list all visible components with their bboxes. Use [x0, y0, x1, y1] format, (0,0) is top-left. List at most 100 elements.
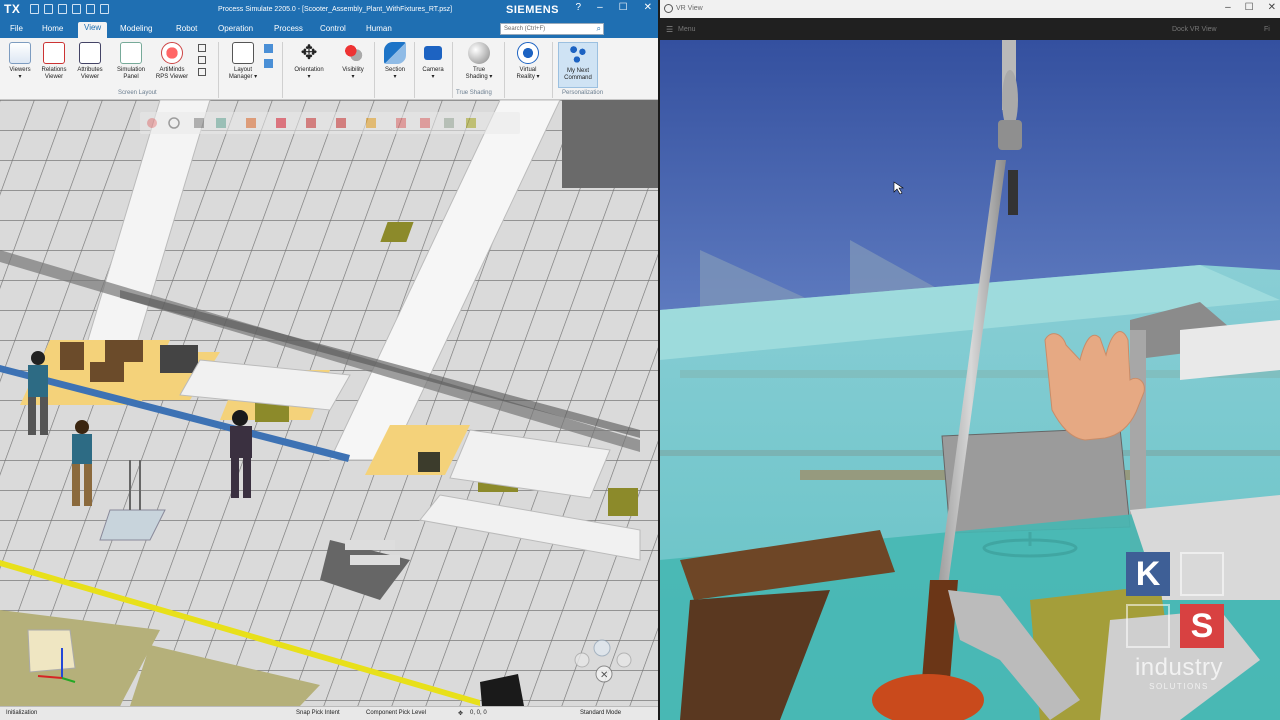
layout-save-icon[interactable] [264, 44, 273, 53]
visibility-icon [342, 42, 364, 64]
relations-viewer-button[interactable]: Relations Viewer [38, 42, 70, 81]
search-icon[interactable]: ⌕ [597, 24, 601, 34]
layout-load-icon[interactable] [264, 59, 273, 68]
small-layout-icons [198, 44, 210, 86]
menu-button[interactable]: Menu [678, 26, 696, 33]
bin [60, 342, 84, 370]
attributes-viewer-button[interactable]: Attributes Viewer [74, 42, 106, 81]
open-icon[interactable] [44, 4, 53, 14]
mode-indicator[interactable]: Standard Mode [580, 710, 621, 716]
minimize-button[interactable]: – [1225, 2, 1231, 13]
viewers-button[interactable]: Viewers ▾ [4, 42, 36, 81]
virtual-reality-button[interactable]: Virtual Reality ▾ [510, 42, 546, 81]
layout-manager-button[interactable]: Layout Manager ▾ [224, 42, 262, 81]
save-icon[interactable] [30, 4, 39, 14]
vr-toolbar: ☰ Menu Dock VR View Fi [660, 18, 1280, 40]
tab-file[interactable]: File [4, 23, 29, 34]
true-shading-button[interactable]: True Shading ▾ [458, 42, 500, 81]
minimize-button[interactable]: – [597, 2, 603, 13]
redo-icon[interactable] [86, 4, 95, 14]
pick-level[interactable]: Component Pick Level [366, 710, 426, 716]
layout-label: Layout [233, 67, 252, 73]
simulation-label: Simulation [116, 67, 145, 73]
virtual-reality-label: Virtual [519, 67, 537, 73]
section-label: Section [384, 67, 405, 73]
customize-icon[interactable] [100, 4, 109, 14]
layout-small-icon[interactable] [198, 68, 206, 76]
section-icon [384, 42, 406, 64]
divider [552, 42, 553, 98]
coordinates: 0, 0, 0 [470, 710, 487, 716]
attributes-sub: Viewer [80, 74, 100, 80]
search-input[interactable]: Search (Ctrl+F) ⌕ [500, 23, 604, 35]
section-button[interactable]: Section ▾ [378, 42, 412, 81]
bin [105, 340, 143, 362]
close-button[interactable]: ✕ [1268, 2, 1276, 13]
view-toolbar[interactable] [140, 112, 520, 134]
tab-home[interactable]: Home [36, 23, 69, 34]
divider [282, 42, 283, 98]
svg-text:✕: ✕ [600, 670, 608, 681]
simulation-panel-button[interactable]: Simulation Panel [112, 42, 150, 81]
hamburger-icon[interactable]: ☰ [666, 25, 673, 34]
visibility-button[interactable]: Visibility ▾ [334, 42, 372, 81]
status-bar: Initialization Snap Pick Intent Componen… [0, 706, 658, 720]
3d-graphic-viewer[interactable]: ✕ [0, 100, 658, 706]
close-button[interactable]: ✕ [644, 2, 652, 13]
new-icon[interactable] [58, 4, 67, 14]
search-placeholder: Search (Ctrl+F) [504, 26, 546, 32]
vr-title-bar: VR View – ☐ ✕ [660, 0, 1280, 18]
status-text: Initialization [6, 710, 38, 716]
tab-view[interactable]: View [78, 22, 108, 38]
monitor [418, 452, 440, 472]
undo-icon[interactable] [72, 4, 81, 14]
ks-industry-solutions-logo: K S industry SOLUTIONS [1124, 552, 1234, 702]
relations-label: Relations [41, 67, 67, 73]
vr-headset-icon [517, 42, 539, 64]
bin [608, 488, 638, 516]
robot-arm-icon [1180, 552, 1224, 596]
section-sub: ▾ [393, 74, 397, 80]
toolbar-right-label[interactable]: Fi [1264, 26, 1270, 33]
tab-robot[interactable]: Robot [170, 23, 203, 34]
relations-sub: Viewer [44, 74, 64, 80]
tab-control[interactable]: Control [314, 23, 352, 34]
factory-icon [1126, 604, 1170, 648]
divider [414, 42, 415, 98]
virtual-reality-sub: Reality ▾ [516, 74, 540, 80]
viewers-label: Viewers [9, 67, 31, 73]
orientation-button[interactable]: ✥ Orientation ▾ [288, 42, 330, 81]
group-true-shading: True Shading [456, 90, 492, 96]
my-next-label: My Next [566, 68, 589, 74]
tab-modeling[interactable]: Modeling [114, 23, 158, 34]
dock-vr-view-button[interactable]: Dock VR View [1172, 26, 1217, 33]
layout-small-icon[interactable] [198, 44, 206, 52]
divider [374, 42, 375, 98]
factory-floor-scene: ✕ [0, 100, 658, 706]
brand-logo: SIEMENS [506, 4, 560, 16]
tab-operation[interactable]: Operation [212, 23, 259, 34]
camera-button[interactable]: Camera ▾ [418, 42, 448, 81]
tab-human[interactable]: Human [360, 23, 398, 34]
maximize-button[interactable]: ☐ [1245, 2, 1254, 13]
menu-bar: File Home View Modeling Robot Operation … [0, 20, 658, 38]
simulation-sub: Panel [123, 74, 139, 80]
logo-k-box: K [1126, 552, 1170, 596]
tab-process[interactable]: Process [268, 23, 309, 34]
true-shading-label: True [472, 67, 486, 73]
attributes-icon [79, 42, 101, 64]
maximize-button[interactable]: ☐ [619, 2, 628, 13]
artiminds-button[interactable]: ArtiMinds RPS Viewer [152, 42, 192, 81]
quick-access-toolbar [30, 4, 109, 14]
my-next-command-button[interactable]: My Next Command [558, 42, 598, 88]
help-button[interactable]: ? [576, 2, 582, 13]
vr-window-title: VR View [676, 5, 703, 12]
window-title: Process Simulate 2205.0 - [Scooter_Assem… [218, 6, 453, 13]
artiminds-icon [161, 42, 183, 64]
group-personalization: Personalization [562, 90, 604, 96]
orientation-icon: ✥ [300, 42, 318, 64]
layout-small-icon[interactable] [198, 56, 206, 64]
layout-manager-icon [232, 42, 254, 64]
snap-pick-intent[interactable]: Snap Pick Intent [296, 710, 340, 716]
visibility-label: Visibility [342, 67, 364, 73]
